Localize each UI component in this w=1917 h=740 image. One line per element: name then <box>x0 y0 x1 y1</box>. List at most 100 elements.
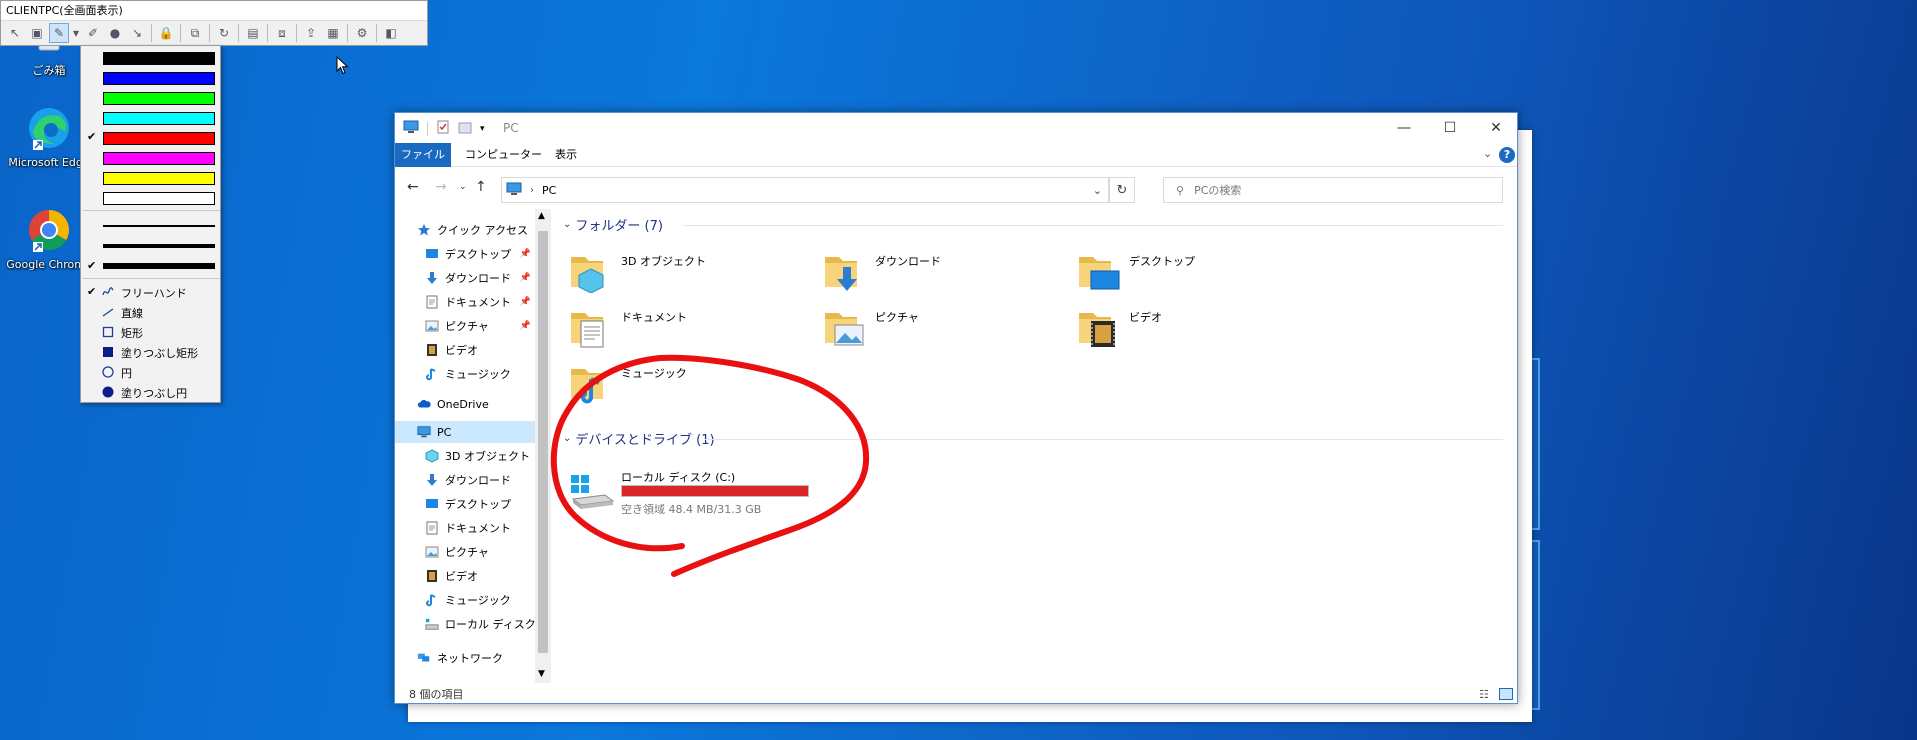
nav-item[interactable]: ネットワーク <box>395 647 535 669</box>
address-dropdown-icon[interactable]: ⌄ <box>1093 184 1102 197</box>
breadcrumb-pc[interactable]: PC <box>542 184 556 197</box>
color-option[interactable] <box>81 48 222 68</box>
nav-item[interactable]: ドキュメント 📌 <box>395 291 535 313</box>
nav-item[interactable]: ピクチャ 📌 <box>395 315 535 337</box>
back-button[interactable]: ← <box>407 179 419 195</box>
clipboard-icon[interactable]: ▦ <box>323 23 343 43</box>
nav-item[interactable]: デスクトップ <box>395 493 535 515</box>
nav-item[interactable]: ピクチャ <box>395 541 535 563</box>
tab-file[interactable]: ファイル <box>395 143 451 167</box>
pin-icon[interactable]: 📌 <box>520 249 531 259</box>
tool-option[interactable]: 円 <box>81 362 222 382</box>
new-folder-icon[interactable] <box>458 120 472 137</box>
filled-circle-icon <box>102 386 114 398</box>
nav-item[interactable]: ミュージック <box>395 589 535 611</box>
window-switch-icon[interactable]: ⧉ <box>185 23 205 43</box>
color-option[interactable] <box>81 88 222 108</box>
pen-dropdown-menu[interactable]: ✔ ✔ ✔ フリーハンド 直線 矩形 塗りつぶし矩形円塗りつぶし円 <box>80 45 221 403</box>
refresh-icon[interactable]: ↻ <box>214 23 234 43</box>
tool-option[interactable]: 直線 <box>81 302 222 322</box>
nav-item[interactable]: ビデオ <box>395 565 535 587</box>
pin-icon[interactable]: 📌 <box>520 297 531 307</box>
scroll-up-icon[interactable]: ▲ <box>538 211 545 221</box>
file-transfer-icon[interactable]: ⇪ <box>301 23 321 43</box>
close-button[interactable]: ✕ <box>1473 113 1517 143</box>
folder-tile[interactable]: デスクトップ <box>1077 249 1327 303</box>
lock-icon[interactable]: 🔒 <box>156 23 176 43</box>
color-swatch <box>103 192 215 205</box>
content-pane[interactable]: ⌄ フォルダー (7) ⌄ デバイスとドライブ (1) ローカル ディスク (C… <box>555 209 1515 683</box>
nav-item[interactable]: OneDrive <box>395 393 535 415</box>
nav-item[interactable]: ビデオ <box>395 339 535 361</box>
folders-group-header[interactable]: ⌄ フォルダー (7) <box>563 215 663 234</box>
folder-tile[interactable]: 3D オブジェクト <box>569 249 819 303</box>
nav-item[interactable]: 3D オブジェクト <box>395 445 535 467</box>
tool-option[interactable]: 矩形 <box>81 322 222 342</box>
multi-monitor-icon[interactable]: ⧈ <box>272 23 292 43</box>
customize-dropdown-icon[interactable]: ▾ <box>480 124 485 134</box>
remote-toolbar[interactable]: CLIENTPC(全画面表示) ↖ ▣ ✎ ▾ ✐ ● ↘ 🔒 ⧉ ↻ ▤ ⧈ … <box>0 0 428 46</box>
minimize-button[interactable]: — <box>1381 113 1427 143</box>
pen-dropdown-icon[interactable]: ▾ <box>71 23 81 43</box>
color-option[interactable] <box>81 168 222 188</box>
tab-view[interactable]: 表示 <box>545 143 587 167</box>
pen-icon[interactable]: ✎ <box>49 23 69 43</box>
monitor-icon[interactable]: ▤ <box>243 23 263 43</box>
help-icon[interactable]: ? <box>1499 147 1515 163</box>
recent-locations-icon[interactable]: ⌄ <box>459 182 467 192</box>
color-option[interactable] <box>81 148 222 168</box>
arrow-tool-icon[interactable]: ↘ <box>127 23 147 43</box>
nav-item[interactable]: ダウンロード <box>395 469 535 491</box>
pointer-icon[interactable]: ↖ <box>5 23 25 43</box>
nav-item[interactable]: ローカル ディスク (C:) <box>395 613 535 635</box>
drive-tile[interactable]: ローカル ディスク (C:) 空き領域 48.4 MB/31.3 GB <box>569 471 829 525</box>
maximize-button[interactable]: ☐ <box>1427 113 1473 143</box>
nav-item[interactable]: PC <box>395 421 535 443</box>
pin-icon[interactable]: 📌 <box>520 321 531 331</box>
tool-option[interactable]: 塗りつぶし矩形 <box>81 342 222 362</box>
tool-option[interactable]: ✔ フリーハンド <box>81 282 222 302</box>
scroll-thumb[interactable] <box>538 231 548 653</box>
scroll-down-icon[interactable]: ▼ <box>538 669 545 679</box>
nav-item[interactable]: ダウンロード 📌 <box>395 267 535 289</box>
nav-item[interactable]: デスクトップ 📌 <box>395 243 535 265</box>
refresh-button[interactable]: ↻ <box>1109 177 1135 203</box>
folder-tile[interactable]: ピクチャ <box>823 305 1073 359</box>
nav-scrollbar[interactable]: ▲ ▼ <box>535 209 551 683</box>
nav-item[interactable]: クイック アクセス <box>395 219 535 241</box>
settings-icon[interactable]: ⚙ <box>352 23 372 43</box>
title-bar[interactable]: ▾ PC — ☐ ✕ <box>395 113 1517 143</box>
color-option[interactable] <box>81 188 222 208</box>
line-width-option[interactable]: ✔ <box>81 256 222 276</box>
folder-tile[interactable]: ダウンロード <box>823 249 1073 303</box>
folder-tile[interactable]: ミュージック <box>569 361 819 415</box>
large-icons-view-icon[interactable] <box>1499 688 1513 700</box>
details-view-icon[interactable]: ☷ <box>1479 688 1489 701</box>
navigation-pane[interactable]: クイック アクセス デスクトップ 📌 ダウンロード 📌 ドキュメント 📌 ピクチャ 📌 ビデオ ミュ… <box>395 209 551 683</box>
line-width-option[interactable] <box>81 236 222 256</box>
address-bar[interactable]: › PC ⌄ <box>501 177 1109 203</box>
tab-computer[interactable]: コンピューター <box>455 143 552 167</box>
forward-button[interactable]: → <box>435 179 447 195</box>
nav-item[interactable]: ミュージック <box>395 363 535 385</box>
color-option[interactable] <box>81 68 222 88</box>
panel-icon[interactable]: ◧ <box>381 23 401 43</box>
tool-option[interactable]: 塗りつぶし円 <box>81 382 222 402</box>
up-button[interactable]: ↑ <box>475 179 487 195</box>
nav-item[interactable]: ドキュメント <box>395 517 535 539</box>
devices-group-header[interactable]: ⌄ デバイスとドライブ (1) <box>563 429 715 448</box>
highlighter-icon[interactable]: ✐ <box>83 23 103 43</box>
color-option[interactable]: ✔ <box>81 128 222 148</box>
search-box[interactable]: ⚲ PCの検索 <box>1163 177 1503 203</box>
color-option[interactable] <box>81 108 222 128</box>
line-width-option[interactable] <box>81 216 222 236</box>
ribbon-expand-icon[interactable]: ⌄ <box>1483 147 1492 160</box>
properties-icon[interactable] <box>436 120 450 137</box>
star-icon <box>417 223 431 237</box>
folder-tile[interactable]: ビデオ <box>1077 305 1327 359</box>
folder-tile[interactable]: ドキュメント <box>569 305 819 359</box>
eraser-icon[interactable]: ▣ <box>27 23 47 43</box>
file-explorer-window[interactable]: ▾ PC — ☐ ✕ ファイル コンピューター 表示 ⌄ ? ← → ⌄ ↑ ›… <box>394 112 1518 704</box>
pin-icon[interactable]: 📌 <box>520 273 531 283</box>
shape-icon[interactable]: ● <box>105 23 125 43</box>
